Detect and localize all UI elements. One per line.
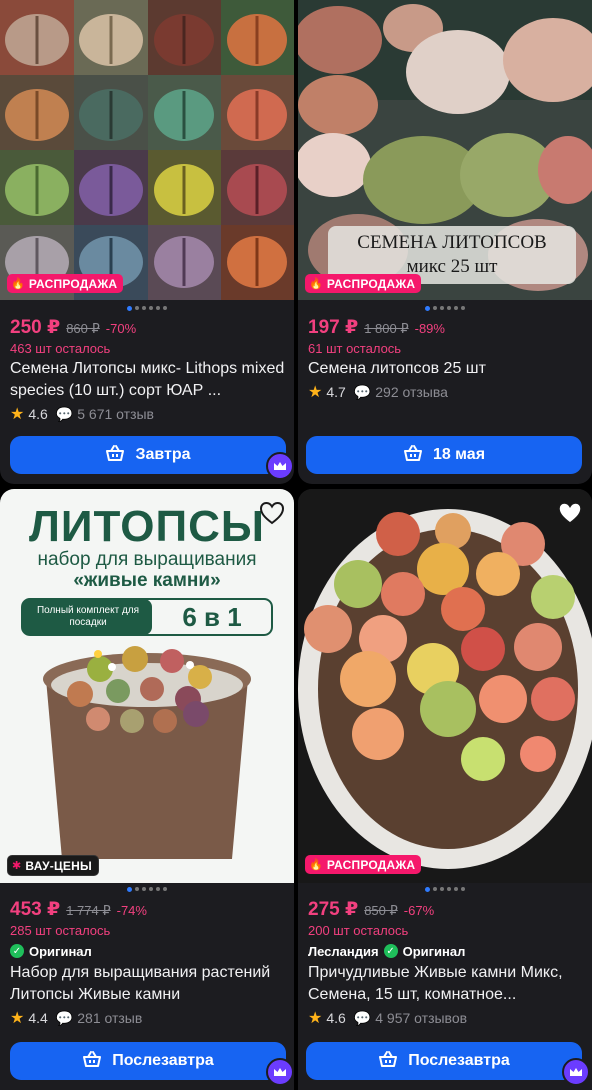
product-info-3: 453 ₽ 1 774 ₽ -74% 285 шт осталось ✓ Ори… bbox=[10, 898, 286, 1030]
star-icon: ★ bbox=[10, 406, 25, 423]
image-count: 6 в 1 bbox=[182, 601, 242, 632]
cart-icon bbox=[403, 444, 423, 467]
fire-icon: 🔥 bbox=[309, 859, 323, 871]
price: 275 ₽ bbox=[308, 899, 359, 920]
stock-left: 463 шт осталось bbox=[10, 341, 111, 356]
image-title: ЛИТОПСЫ bbox=[29, 502, 265, 551]
rating-row: ★ 4.7 💬 292 отзыва bbox=[308, 380, 584, 404]
fire-icon: 🔥 bbox=[11, 278, 25, 290]
original-label: Оригинал bbox=[402, 943, 466, 959]
asterisk-icon: ✱ bbox=[12, 860, 22, 872]
discount: -74% bbox=[116, 903, 147, 918]
heart-icon[interactable] bbox=[258, 499, 286, 527]
product-card-4[interactable]: 🔥 РАСПРОДАЖА 275 ₽ 850 ₽ -67% 200 шт ост… bbox=[298, 489, 592, 1090]
fire-icon: 🔥 bbox=[309, 278, 323, 290]
discount: -89% bbox=[414, 321, 445, 336]
rating-row: ★ 4.4 💬 281 отзыв bbox=[10, 1006, 286, 1030]
image-pager-dots bbox=[298, 305, 592, 311]
rating-row: ★ 4.6 💬 5 671 отзыв bbox=[10, 402, 286, 426]
product-image-4[interactable]: 🔥 РАСПРОДАЖА bbox=[298, 489, 592, 883]
rating-value: 4.6 bbox=[28, 406, 48, 422]
price: 197 ₽ bbox=[308, 317, 359, 338]
product-info-2: 197 ₽ 1 800 ₽ -89% 61 шт осталось Семена… bbox=[308, 316, 584, 404]
check-icon: ✓ bbox=[383, 944, 398, 958]
stock-left: 61 шт осталось bbox=[308, 341, 402, 356]
rating-value: 4.4 bbox=[28, 1010, 48, 1026]
crown-icon bbox=[562, 1058, 590, 1086]
image-subtitle: набор для выращивания bbox=[37, 549, 257, 570]
heart-icon[interactable] bbox=[556, 499, 584, 527]
original-badge: ✓ Оригинал bbox=[10, 940, 286, 962]
cart-icon bbox=[378, 1050, 398, 1073]
product-card-1[interactable]: 🔥 РАСПРОДАЖА 250 ₽ 860 ₽ -70% 463 шт ост… bbox=[0, 0, 294, 484]
image-pill: Полный комплект для посадки bbox=[36, 605, 140, 628]
stock-left: 285 шт осталось bbox=[10, 923, 111, 938]
delivery-label: Завтра bbox=[135, 446, 191, 463]
image-pager-dots bbox=[0, 305, 294, 311]
product-image-2[interactable]: СЕМЕНА ЛИТОПСОВ микс 25 шт 🔥 РАСПРОДАЖА bbox=[298, 0, 592, 300]
crown-icon bbox=[266, 1058, 294, 1086]
review-count[interactable]: 4 957 отзывов bbox=[375, 1010, 467, 1026]
delivery-label: Послезавтра bbox=[408, 1052, 510, 1069]
rating-value: 4.6 bbox=[326, 1010, 346, 1026]
image-pager-dots bbox=[298, 886, 592, 892]
crown-icon bbox=[266, 452, 294, 480]
old-price: 850 ₽ bbox=[364, 903, 398, 918]
stock-left: 200 шт осталось bbox=[308, 923, 409, 938]
add-to-cart-button[interactable]: Послезавтра bbox=[306, 1042, 582, 1080]
wow-price-badge: ✱ ВАУ-ЦЕНЫ bbox=[7, 855, 99, 876]
sale-badge: 🔥 РАСПРОДАЖА bbox=[305, 274, 422, 293]
review-count[interactable]: 281 отзыв bbox=[77, 1010, 142, 1026]
sale-badge: 🔥 РАСПРОДАЖА bbox=[7, 274, 124, 293]
product-title[interactable]: Причудливые Живые камни Микс, Семена, 15… bbox=[308, 962, 584, 1006]
brand-name[interactable]: Лесландия bbox=[308, 944, 379, 959]
product-image-3[interactable]: ЛИТОПСЫ набор для выращивания «живые кам… bbox=[0, 489, 294, 883]
comment-icon: 💬 bbox=[353, 383, 372, 400]
add-to-cart-button[interactable]: 18 мая bbox=[306, 436, 582, 474]
review-count[interactable]: 292 отзыва bbox=[375, 384, 448, 400]
brand-row: Лесландия ✓ Оригинал bbox=[308, 940, 584, 962]
old-price: 1 800 ₽ bbox=[364, 321, 409, 336]
check-icon: ✓ bbox=[10, 944, 24, 958]
comment-icon: 💬 bbox=[55, 405, 74, 422]
product-card-2[interactable]: СЕМЕНА ЛИТОПСОВ микс 25 шт 🔥 РАСПРОДАЖА … bbox=[298, 0, 592, 484]
delivery-label: 18 мая bbox=[432, 446, 486, 463]
rating-value: 4.7 bbox=[326, 384, 346, 400]
product-title[interactable]: Набор для выращивания растений Литопсы Ж… bbox=[10, 962, 286, 1006]
comment-icon: 💬 bbox=[55, 1009, 74, 1026]
review-count[interactable]: 5 671 отзыв bbox=[77, 406, 154, 422]
product-image-1[interactable]: 🔥 РАСПРОДАЖА bbox=[0, 0, 294, 300]
price: 250 ₽ bbox=[10, 317, 61, 338]
product-info-4: 275 ₽ 850 ₽ -67% 200 шт осталось Лесланд… bbox=[308, 898, 584, 1030]
product-card-3[interactable]: ЛИТОПСЫ набор для выращивания «живые кам… bbox=[0, 489, 294, 1090]
comment-icon: 💬 bbox=[353, 1009, 372, 1026]
add-to-cart-button[interactable]: Послезавтра bbox=[10, 1042, 286, 1080]
cart-icon bbox=[105, 444, 125, 467]
product-title[interactable]: Семена Литопсы микс- Lithops mixed speci… bbox=[10, 358, 286, 402]
image-pager-dots bbox=[0, 886, 294, 892]
image-subtitle-2: «живые камни» bbox=[73, 570, 221, 591]
old-price: 1 774 ₽ bbox=[66, 903, 111, 918]
price: 453 ₽ bbox=[10, 899, 61, 920]
product-title[interactable]: Семена литопсов 25 шт bbox=[308, 358, 584, 380]
product-info-1: 250 ₽ 860 ₽ -70% 463 шт осталось Семена … bbox=[10, 316, 286, 426]
sale-badge: 🔥 РАСПРОДАЖА bbox=[305, 855, 422, 874]
discount: -70% bbox=[105, 321, 137, 336]
star-icon: ★ bbox=[308, 384, 323, 401]
star-icon: ★ bbox=[10, 1010, 25, 1027]
cart-icon bbox=[82, 1050, 102, 1073]
discount: -67% bbox=[403, 903, 435, 918]
rating-row: ★ 4.6 💬 4 957 отзывов bbox=[308, 1006, 584, 1030]
delivery-label: Послезавтра bbox=[112, 1052, 214, 1069]
old-price: 860 ₽ bbox=[66, 321, 100, 336]
star-icon: ★ bbox=[308, 1010, 323, 1027]
add-to-cart-button[interactable]: Завтра bbox=[10, 436, 286, 474]
